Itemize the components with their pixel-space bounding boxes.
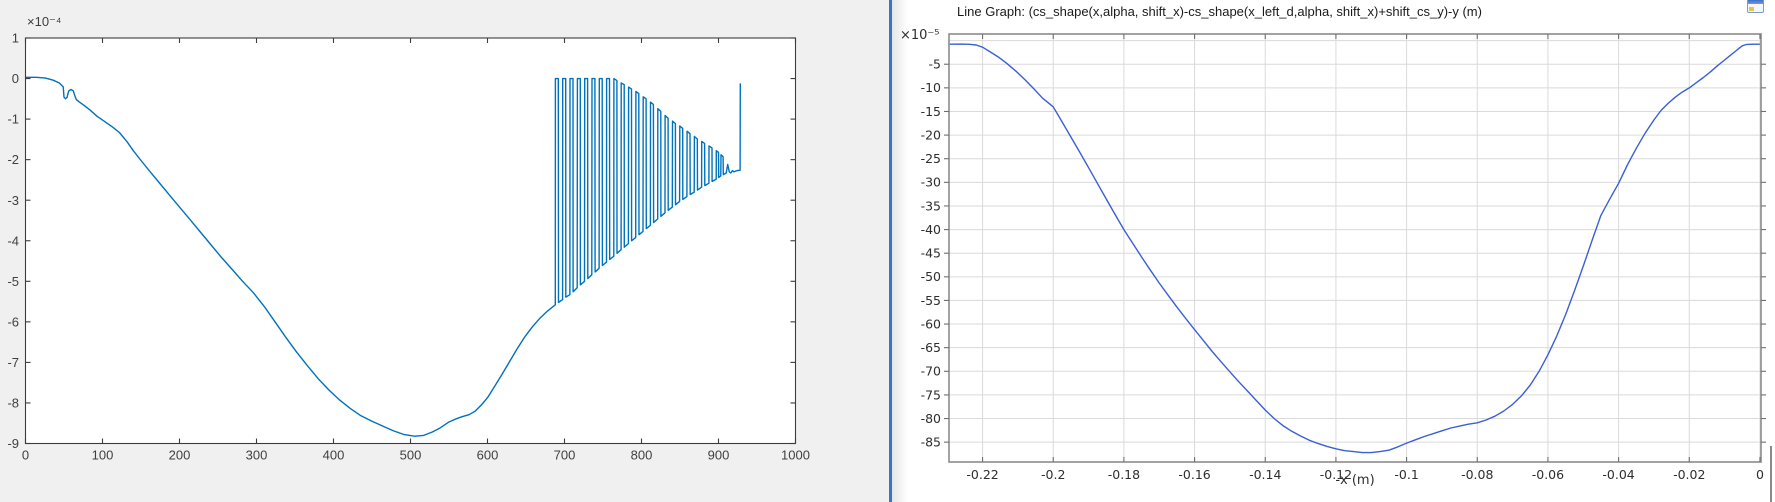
comsol-graphics-window: Line Graph: (cs_shape(x,alpha, shift_x)-… bbox=[892, 0, 1775, 502]
panel-edge-line bbox=[1770, 446, 1772, 502]
svg-text:-45: -45 bbox=[921, 246, 941, 261]
svg-text:400: 400 bbox=[323, 448, 345, 463]
svg-text:-30: -30 bbox=[921, 175, 941, 190]
svg-text:300: 300 bbox=[246, 448, 268, 463]
svg-text:-0.22: -0.22 bbox=[966, 467, 998, 482]
svg-text:-35: -35 bbox=[921, 198, 941, 213]
svg-text:-70: -70 bbox=[921, 364, 941, 379]
svg-text:1: 1 bbox=[12, 31, 19, 46]
plot-window-icon-dot bbox=[1749, 7, 1754, 11]
svg-text:-3: -3 bbox=[7, 193, 19, 208]
right-y-exponent-label: ×10⁻⁵ bbox=[900, 28, 940, 43]
svg-text:500: 500 bbox=[400, 448, 422, 463]
svg-text:-75: -75 bbox=[921, 387, 941, 402]
svg-text:-5: -5 bbox=[929, 57, 941, 72]
svg-text:600: 600 bbox=[477, 448, 499, 463]
svg-text:-50: -50 bbox=[921, 269, 941, 284]
x-axis-label: -x (m) bbox=[1295, 473, 1415, 488]
svg-text:-0.02: -0.02 bbox=[1673, 467, 1705, 482]
svg-text:-0.2: -0.2 bbox=[1041, 467, 1065, 482]
svg-text:-15: -15 bbox=[921, 104, 941, 119]
svg-text:-1: -1 bbox=[7, 112, 19, 127]
svg-text:-6: -6 bbox=[7, 314, 19, 329]
svg-text:-7: -7 bbox=[7, 355, 19, 370]
svg-text:-8: -8 bbox=[7, 396, 19, 411]
svg-text:-5: -5 bbox=[7, 274, 19, 289]
svg-text:-80: -80 bbox=[921, 411, 941, 426]
svg-text:-40: -40 bbox=[921, 222, 941, 237]
svg-text:900: 900 bbox=[708, 448, 730, 463]
svg-text:-2: -2 bbox=[7, 152, 19, 167]
svg-text:-0.18: -0.18 bbox=[1108, 467, 1140, 482]
svg-text:700: 700 bbox=[554, 448, 576, 463]
matlab-axes-plot[interactable]: 0 100 200 300 400 500 600 700 800 900 1000 1 0 -1 -2 -3… bbox=[0, 0, 889, 502]
svg-text:200: 200 bbox=[169, 448, 191, 463]
svg-text:800: 800 bbox=[631, 448, 653, 463]
svg-text:100: 100 bbox=[92, 448, 114, 463]
svg-text:-9: -9 bbox=[7, 436, 19, 451]
matlab-figure-window: 0 100 200 300 400 500 600 700 800 900 1000 1 0 -1 -2 -3… bbox=[0, 0, 889, 502]
svg-text:-60: -60 bbox=[921, 316, 941, 331]
svg-text:0: 0 bbox=[22, 448, 29, 463]
left-y-exponent-label: ×10⁻⁴ bbox=[27, 14, 62, 30]
svg-text:1000: 1000 bbox=[781, 448, 810, 463]
svg-text:-85: -85 bbox=[921, 435, 941, 450]
svg-text:-55: -55 bbox=[921, 293, 941, 308]
svg-text:0: 0 bbox=[1756, 467, 1764, 482]
svg-text:0: 0 bbox=[12, 71, 19, 86]
svg-text:-10: -10 bbox=[921, 80, 941, 95]
screenshot-root: { "left_figure": { "background": "#f0f0f… bbox=[0, 0, 1775, 502]
svg-text:-0.06: -0.06 bbox=[1532, 467, 1564, 482]
svg-text:-25: -25 bbox=[921, 151, 941, 166]
svg-text:-0.14: -0.14 bbox=[1249, 467, 1281, 482]
svg-text:-0.16: -0.16 bbox=[1178, 467, 1210, 482]
svg-text:-0.08: -0.08 bbox=[1461, 467, 1493, 482]
plot-window-icon[interactable] bbox=[1747, 0, 1764, 13]
svg-text:-4: -4 bbox=[7, 233, 19, 248]
svg-text:-20: -20 bbox=[921, 127, 941, 142]
svg-text:-65: -65 bbox=[921, 340, 941, 355]
svg-text:-0.04: -0.04 bbox=[1602, 467, 1634, 482]
plot-window-icon-titlebar bbox=[1748, 0, 1763, 4]
comsol-line-graph-plot[interactable]: -0.22-0.2-0.18-0.16-0.14-0.12-0.1-0.08-0… bbox=[892, 0, 1775, 502]
